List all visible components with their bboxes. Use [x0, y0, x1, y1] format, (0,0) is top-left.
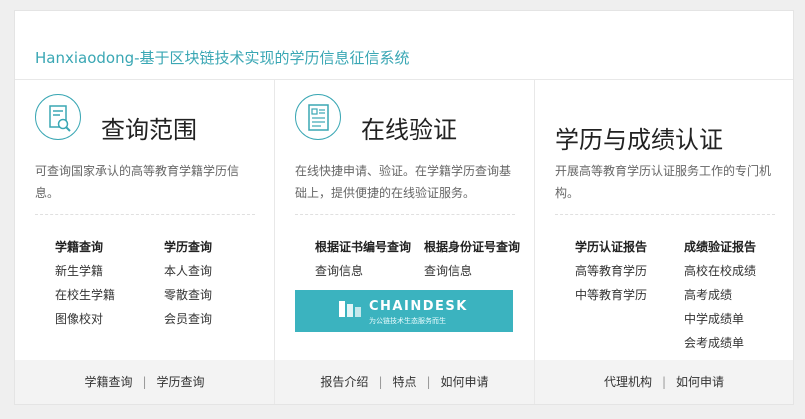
link-group-id-number: 根据身份证号查询 查询信息	[424, 235, 520, 283]
column-title: 学历与成绩认证	[555, 126, 723, 154]
footer-separator: |	[142, 375, 147, 389]
link-item[interactable]: 高等教育学历	[575, 259, 647, 283]
column-description: 可查询国家承认的高等教育学籍学历信息。	[35, 164, 240, 200]
page-title: Hanxiaodong-基于区块链技术实现的学历信息征信系统	[35, 49, 410, 67]
footer-separator: |	[426, 375, 431, 389]
document-verify-icon	[295, 94, 341, 140]
column-description: 开展高等教育学历认证服务工作的专门机构。	[555, 164, 772, 200]
banner-brand: CHAINDESK	[369, 299, 468, 314]
document-search-icon	[35, 94, 81, 140]
divider	[555, 214, 775, 215]
column-certification: 学历与成绩认证 开展高等教育学历认证服务工作的专门机构。 学历认证报告 高等教育…	[535, 80, 793, 404]
column-footer: 代理机构 | 如何申请	[535, 360, 793, 404]
footer-link[interactable]: 特点	[392, 375, 416, 389]
link-group-degree-cert: 学历认证报告 高等教育学历 中等教育学历	[575, 235, 647, 307]
link-item[interactable]: 查询信息	[424, 259, 520, 283]
link-group-degree: 学历查询 本人查询 零散查询 会员查询	[164, 235, 212, 331]
header: Hanxiaodong-基于区块链技术实现的学历信息征信系统	[15, 11, 793, 80]
footer-link[interactable]: 学历查询	[157, 375, 205, 389]
link-group-heading[interactable]: 学籍查询	[55, 235, 115, 259]
link-item[interactable]: 查询信息	[315, 259, 411, 283]
column-description: 在线快捷申请、验证。在学籍学历查询基础上，提供便捷的在线验证服务。	[295, 164, 512, 200]
link-item[interactable]: 新生学籍	[55, 259, 115, 283]
footer-link[interactable]: 代理机构	[604, 375, 652, 389]
footer-link[interactable]: 学籍查询	[84, 375, 132, 389]
column-footer: 报告介绍 | 特点 | 如何申请	[275, 360, 534, 404]
link-group-heading[interactable]: 根据身份证号查询	[424, 235, 520, 259]
link-item[interactable]: 本人查询	[164, 259, 212, 283]
main-card: Hanxiaodong-基于区块链技术实现的学历信息征信系统 查询范围 可查询国…	[14, 10, 794, 405]
link-item[interactable]: 会考成绩单	[684, 331, 756, 355]
link-item[interactable]: 会员查询	[164, 307, 212, 331]
column-footer: 学籍查询 | 学历查询	[15, 360, 274, 404]
column-query-scope: 查询范围 可查询国家承认的高等教育学籍学历信息。 学籍查询 新生学籍 在校生学籍…	[15, 80, 275, 404]
footer-link[interactable]: 如何申请	[441, 375, 489, 389]
link-group-score-verify: 成绩验证报告 高校在校成绩 高考成绩 中学成绩单 会考成绩单	[684, 235, 756, 355]
link-item[interactable]: 在校生学籍	[55, 283, 115, 307]
link-group-cert-number: 根据证书编号查询 查询信息	[315, 235, 411, 283]
link-group-heading[interactable]: 学历查询	[164, 235, 212, 259]
link-group-student-status: 学籍查询 新生学籍 在校生学籍 图像校对	[55, 235, 115, 331]
column-title: 在线验证	[361, 116, 457, 144]
footer-link[interactable]: 如何申请	[676, 375, 724, 389]
footer-link[interactable]: 报告介绍	[320, 375, 368, 389]
column-title: 查询范围	[101, 116, 197, 144]
divider	[295, 214, 515, 215]
footer-separator: |	[378, 375, 383, 389]
chaindesk-banner[interactable]: CHAINDESK 为公链技术生态服务而生	[295, 290, 513, 332]
link-item[interactable]: 图像校对	[55, 307, 115, 331]
link-group-heading[interactable]: 成绩验证报告	[684, 235, 756, 259]
link-item[interactable]: 中学成绩单	[684, 307, 756, 331]
banner-slogan: 为公链技术生态服务而生	[369, 317, 446, 325]
footer-separator: |	[661, 375, 667, 389]
link-item[interactable]: 中等教育学历	[575, 283, 647, 307]
link-item[interactable]: 高考成绩	[684, 283, 756, 307]
link-item[interactable]: 零散查询	[164, 283, 212, 307]
link-group-heading[interactable]: 学历认证报告	[575, 235, 647, 259]
column-online-verify: 在线验证 在线快捷申请、验证。在学籍学历查询基础上，提供便捷的在线验证服务。 根…	[275, 80, 535, 404]
link-group-heading[interactable]: 根据证书编号查询	[315, 235, 411, 259]
divider	[35, 214, 255, 215]
link-item[interactable]: 高校在校成绩	[684, 259, 756, 283]
